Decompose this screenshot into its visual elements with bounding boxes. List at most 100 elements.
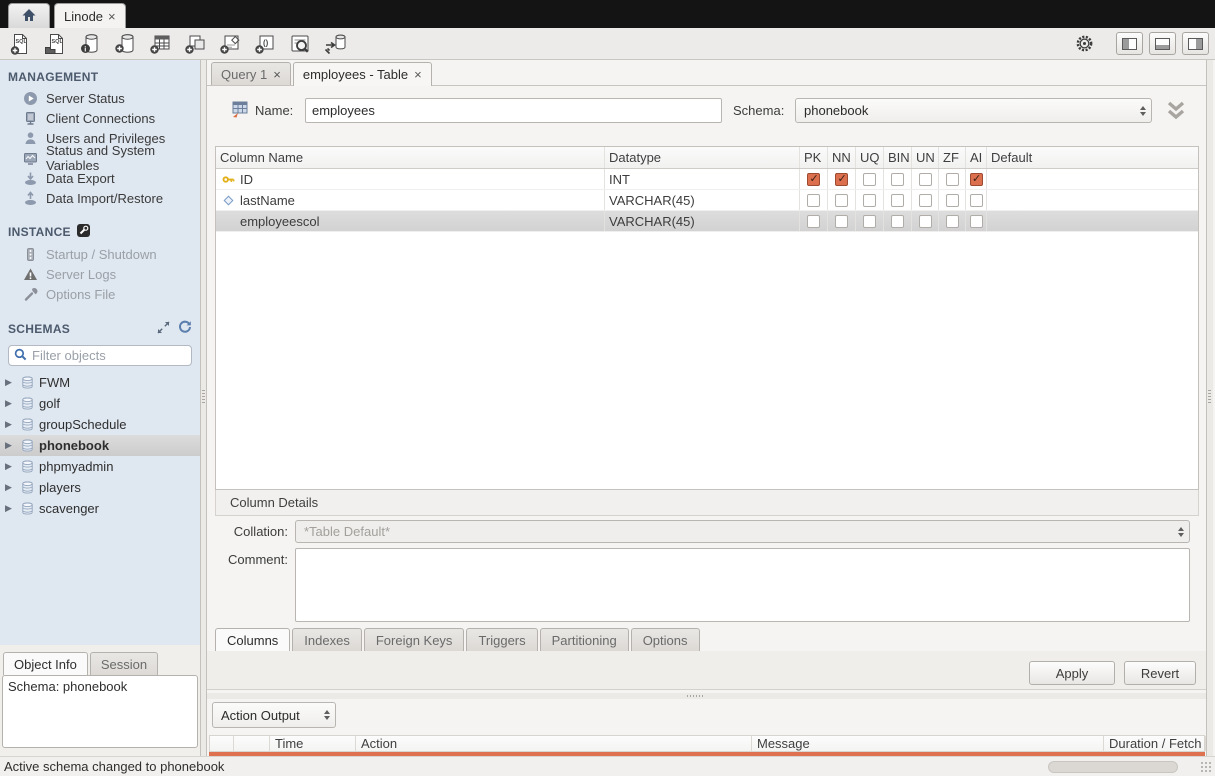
checkbox-nn[interactable]: [835, 194, 848, 207]
toggle-left-sidebar-button[interactable]: [1116, 32, 1143, 55]
header-column-name[interactable]: Column Name: [216, 147, 605, 168]
subtab-indexes[interactable]: Indexes: [292, 628, 362, 651]
sidebar-item-server-status[interactable]: Server Status: [0, 88, 200, 108]
expander-icon[interactable]: ▶: [5, 377, 15, 388]
header-default[interactable]: Default: [987, 147, 1198, 168]
expander-icon[interactable]: ▶: [5, 461, 15, 472]
schema-inspector-icon[interactable]: i: [76, 30, 104, 58]
new-sql-tab-icon[interactable]: SQL: [6, 30, 34, 58]
create-schema-icon[interactable]: [111, 30, 139, 58]
checkbox-un[interactable]: [919, 215, 932, 228]
window-resize-grip[interactable]: [1201, 762, 1213, 774]
connection-tab-close-icon[interactable]: ×: [108, 10, 116, 23]
output-header-action[interactable]: Action: [356, 736, 752, 751]
header-uq[interactable]: UQ: [856, 147, 884, 168]
create-routine-icon[interactable]: [216, 30, 244, 58]
header-nn[interactable]: NN: [828, 147, 856, 168]
sidebar-item-server-logs[interactable]: Server Logs: [0, 264, 200, 284]
expand-form-chevron-icon[interactable]: [1164, 100, 1188, 125]
create-function-icon[interactable]: (): [251, 30, 279, 58]
checkbox-uq[interactable]: [863, 215, 876, 228]
checkbox-pk[interactable]: [807, 173, 820, 186]
subtab-columns[interactable]: Columns: [215, 628, 290, 652]
schema-tree-item-golf[interactable]: ▶ golf: [0, 393, 200, 414]
header-un[interactable]: UN: [912, 147, 939, 168]
apply-button[interactable]: Apply: [1029, 661, 1115, 685]
header-pk[interactable]: PK: [800, 147, 828, 168]
checkbox-bin[interactable]: [891, 173, 904, 186]
schema-tree-item-groupschedule[interactable]: ▶ groupSchedule: [0, 414, 200, 435]
open-sql-script-icon[interactable]: SQL: [41, 30, 69, 58]
right-splitter[interactable]: [1206, 60, 1213, 756]
subtab-foreign-keys[interactable]: Foreign Keys: [364, 628, 465, 651]
expand-schemas-icon[interactable]: [157, 321, 170, 337]
checkbox-nn[interactable]: [835, 173, 848, 186]
tab-query-1-close-icon[interactable]: ×: [273, 68, 281, 81]
toggle-right-sidebar-button[interactable]: [1182, 32, 1209, 55]
schema-filter-box[interactable]: [8, 345, 192, 366]
header-zf[interactable]: ZF: [939, 147, 966, 168]
reconnect-dbms-icon[interactable]: [321, 30, 349, 58]
expander-icon[interactable]: ▶: [5, 482, 15, 493]
checkbox-zf[interactable]: [946, 194, 959, 207]
sidebar-item-client-connections[interactable]: Client Connections: [0, 108, 200, 128]
search-objects-icon[interactable]: [286, 30, 314, 58]
schema-tree-item-players[interactable]: ▶ players: [0, 477, 200, 498]
output-header-time[interactable]: Time: [270, 736, 356, 751]
checkbox-ai[interactable]: [970, 173, 983, 186]
schema-tree-item-phonebook[interactable]: ▶ phonebook: [0, 435, 200, 456]
sidebar-splitter[interactable]: [200, 60, 207, 756]
home-tab[interactable]: [8, 3, 50, 28]
schema-tree-item-scavenger[interactable]: ▶ scavenger: [0, 498, 200, 519]
table-name-input[interactable]: [305, 98, 722, 123]
checkbox-bin[interactable]: [891, 194, 904, 207]
revert-button[interactable]: Revert: [1124, 661, 1196, 685]
collation-select[interactable]: *Table Default*: [295, 520, 1190, 543]
sidebar-item-data-import[interactable]: Data Import/Restore: [0, 188, 200, 208]
checkbox-un[interactable]: [919, 173, 932, 186]
column-row-employeescol[interactable]: employeescol VARCHAR(45): [216, 211, 1198, 232]
tab-employees-table[interactable]: employees - Table ×: [293, 62, 432, 86]
tab-query-1[interactable]: Query 1 ×: [211, 62, 291, 85]
toggle-output-area-button[interactable]: [1149, 32, 1176, 55]
tab-employees-table-close-icon[interactable]: ×: [414, 68, 422, 81]
preferences-gear-icon[interactable]: [1075, 34, 1094, 53]
expander-icon[interactable]: ▶: [5, 398, 15, 409]
connection-tab[interactable]: Linode ×: [54, 3, 126, 28]
sidebar-item-options-file[interactable]: Options File: [0, 284, 200, 304]
header-datatype[interactable]: Datatype: [605, 147, 800, 168]
checkbox-uq[interactable]: [863, 173, 876, 186]
checkbox-pk[interactable]: [807, 194, 820, 207]
subtab-triggers[interactable]: Triggers: [466, 628, 537, 651]
checkbox-un[interactable]: [919, 194, 932, 207]
schema-select[interactable]: phonebook: [795, 98, 1152, 123]
checkbox-pk[interactable]: [807, 215, 820, 228]
refresh-schemas-icon[interactable]: [178, 320, 192, 337]
expander-icon[interactable]: ▶: [5, 419, 15, 430]
sidebar-item-status-system-variables[interactable]: Status and System Variables: [0, 148, 200, 168]
column-row-lastname[interactable]: lastName VARCHAR(45): [216, 190, 1198, 211]
tab-session[interactable]: Session: [90, 652, 158, 675]
output-header-message[interactable]: Message: [752, 736, 1104, 751]
output-header-duration[interactable]: Duration / Fetch: [1104, 736, 1206, 751]
checkbox-zf[interactable]: [946, 215, 959, 228]
output-type-select[interactable]: Action Output: [212, 702, 336, 728]
checkbox-uq[interactable]: [863, 194, 876, 207]
checkbox-ai[interactable]: [970, 194, 983, 207]
tab-object-info[interactable]: Object Info: [3, 652, 88, 675]
checkbox-bin[interactable]: [891, 215, 904, 228]
sidebar-item-startup-shutdown[interactable]: Startup / Shutdown: [0, 244, 200, 264]
schema-filter-input[interactable]: [32, 348, 172, 363]
schema-tree-item-fwm[interactable]: ▶ FWM: [0, 372, 200, 393]
output-splitter[interactable]: [207, 693, 1206, 699]
create-table-icon[interactable]: [146, 30, 174, 58]
subtab-options[interactable]: Options: [631, 628, 700, 651]
column-row-id[interactable]: ID INT: [216, 169, 1198, 190]
checkbox-zf[interactable]: [946, 173, 959, 186]
header-ai[interactable]: AI: [966, 147, 987, 168]
comment-textarea[interactable]: [295, 548, 1190, 622]
header-bin[interactable]: BIN: [884, 147, 912, 168]
subtab-partitioning[interactable]: Partitioning: [540, 628, 629, 651]
expander-icon[interactable]: ▶: [5, 440, 15, 451]
schema-tree-item-phpmyadmin[interactable]: ▶ phpmyadmin: [0, 456, 200, 477]
